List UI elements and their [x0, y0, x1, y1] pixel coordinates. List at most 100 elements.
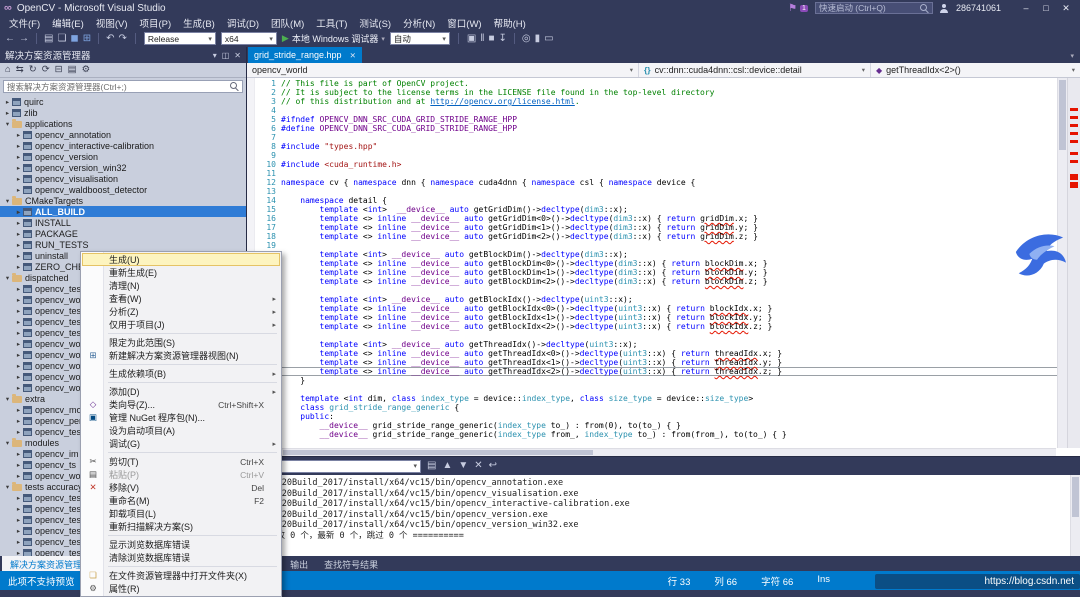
context-menu-item[interactable]: ◇类向导(Z)...Ctrl+Shift+X	[82, 398, 280, 411]
member-dropdown[interactable]: ◆ getThreadIdx<2>() ▾	[871, 63, 1080, 77]
menu-item[interactable]: 文件(F)	[3, 16, 46, 30]
tree-item[interactable]: ▸opencv_visualisation	[0, 173, 246, 184]
menu-item[interactable]: 调试(D)	[221, 16, 265, 30]
context-menu-item[interactable]: ✂剪切(T)Ctrl+X	[82, 455, 280, 468]
context-menu-item[interactable]: 仅用于项目(J)	[82, 318, 280, 331]
context-menu-item[interactable]: 添加(D)	[82, 385, 280, 398]
attach-combo[interactable]: 自动▾	[390, 32, 450, 45]
scrollbar-thumb[interactable]	[283, 450, 593, 455]
menu-item[interactable]: 窗口(W)	[441, 16, 487, 30]
expander-icon[interactable]: ▸	[3, 109, 12, 117]
pause-icon[interactable]: ‖	[480, 34, 484, 44]
tree-item[interactable]: ▸quirc	[0, 96, 246, 107]
tab-grid-stride-range[interactable]: grid_stride_range.hpp ✕	[248, 47, 362, 63]
menu-item[interactable]: 测试(S)	[353, 16, 397, 30]
expander-icon[interactable]: ▾	[3, 439, 12, 447]
expander-icon[interactable]: ▸	[14, 516, 23, 524]
dock-tab-4[interactable]: 输出	[282, 556, 316, 571]
expander-icon[interactable]: ▸	[14, 450, 23, 458]
code-area[interactable]: // This file is part of OpenCV project./…	[281, 78, 1080, 456]
menu-item[interactable]: 项目(P)	[133, 16, 177, 30]
list-icon[interactable]: ▤	[427, 461, 436, 471]
open-folder-icon[interactable]: ❏	[57, 34, 66, 44]
context-menu-item[interactable]: 查看(W)	[82, 292, 280, 305]
tree-item[interactable]: ▾applications	[0, 118, 246, 129]
expander-icon[interactable]: ▸	[14, 230, 23, 238]
expander-icon[interactable]: ▸	[3, 98, 12, 106]
expander-icon[interactable]: ▾	[3, 395, 12, 403]
clear-icon[interactable]: ✕	[474, 461, 482, 471]
code-editor[interactable]: 1234567891011121314151617181920212223242…	[247, 78, 1080, 456]
expander-icon[interactable]: ▸	[14, 219, 23, 227]
expander-icon[interactable]: ▸	[14, 505, 23, 513]
expander-icon[interactable]: ▸	[14, 472, 23, 480]
sync-icon[interactable]: ↻	[29, 65, 37, 75]
expander-icon[interactable]: ▸	[14, 351, 23, 359]
context-menu-item[interactable]: ▤粘贴(P)Ctrl+V	[82, 468, 280, 481]
save-all-icon[interactable]: ⊞	[83, 34, 91, 44]
undo-icon[interactable]: ↶	[106, 34, 114, 44]
forward-icon[interactable]: →	[19, 34, 29, 44]
context-menu-item[interactable]: ⚙属性(R)	[82, 582, 280, 595]
back-icon[interactable]: ←	[5, 34, 15, 44]
context-menu-item[interactable]: ❏在文件资源管理器中打开文件夹(X)	[82, 569, 280, 582]
context-menu-item[interactable]: 生成依赖项(B)	[82, 367, 280, 380]
expander-icon[interactable]: ▸	[14, 296, 23, 304]
expander-icon[interactable]: ▸	[14, 406, 23, 414]
output-content[interactable]: penCV420Build_2017/install/x64/vc15/bin/…	[247, 475, 1080, 556]
tree-item[interactable]: ▸opencv_annotation	[0, 129, 246, 140]
menu-item[interactable]: 团队(M)	[265, 16, 310, 30]
expander-icon[interactable]: ▸	[14, 329, 23, 337]
menu-item[interactable]: 工具(T)	[310, 16, 353, 30]
expander-icon[interactable]: ▸	[14, 527, 23, 535]
home-icon[interactable]: ⌂	[5, 65, 11, 75]
expander-icon[interactable]: ▾	[3, 483, 12, 491]
tree-item[interactable]: ▸opencv_version_win32	[0, 162, 246, 173]
expander-icon[interactable]: ▸	[14, 142, 23, 150]
context-menu-item[interactable]: 限定为此范围(S)	[82, 336, 280, 349]
collapse-all-icon[interactable]: ⊟	[55, 65, 63, 75]
tree-item[interactable]: ▸zlib	[0, 107, 246, 118]
expander-icon[interactable]: ▸	[14, 153, 23, 161]
expander-icon[interactable]: ▸	[14, 318, 23, 326]
comment-icon[interactable]: ▭	[544, 34, 553, 44]
tree-item[interactable]: ▾CMakeTargets	[0, 195, 246, 206]
pin-icon[interactable]: ◫	[222, 51, 230, 60]
stop-icon[interactable]: ■	[488, 34, 494, 44]
scrollbar-thumb[interactable]	[1072, 477, 1079, 517]
expander-icon[interactable]: ▸	[14, 175, 23, 183]
new-file-icon[interactable]: ▤	[44, 34, 53, 44]
expander-icon[interactable]: ▸	[14, 340, 23, 348]
expander-icon[interactable]: ▾	[3, 120, 12, 128]
close-tab-icon[interactable]: ✕	[350, 51, 356, 60]
expander-icon[interactable]: ▸	[14, 461, 23, 469]
output-scrollbar[interactable]	[1070, 475, 1080, 556]
chevron-down-icon[interactable]: ▾	[213, 51, 217, 60]
expander-icon[interactable]: ▸	[14, 307, 23, 315]
tree-item[interactable]: ▸PACKAGE	[0, 228, 246, 239]
context-menu-item[interactable]: 分析(Z)	[82, 305, 280, 318]
expander-icon[interactable]: ▾	[3, 274, 12, 282]
editor-horizontal-scrollbar[interactable]	[281, 448, 1056, 456]
expander-icon[interactable]: ▸	[14, 494, 23, 502]
dock-tab-5[interactable]: 查找符号结果	[316, 556, 386, 571]
tree-item[interactable]: ▸RUN_TESTS	[0, 239, 246, 250]
context-menu-item[interactable]: 清理(N)	[82, 279, 280, 292]
expander-icon[interactable]: ▸	[14, 131, 23, 139]
redo-icon[interactable]: ↷	[119, 34, 127, 44]
expander-icon[interactable]: ▾	[3, 197, 12, 205]
context-menu-item[interactable]: 生成(U)	[82, 253, 280, 266]
start-debug-button[interactable]: ▶ 本地 Windows 调试器 ▾	[282, 32, 385, 45]
wrap-icon[interactable]: ↩	[489, 461, 497, 471]
context-menu-item[interactable]: 显示浏览数据库错误	[82, 538, 280, 551]
save-icon[interactable]: ◼	[70, 34, 78, 44]
expander-icon[interactable]: ▸	[14, 285, 23, 293]
close-button[interactable]: ✕	[1056, 3, 1076, 14]
menu-item[interactable]: 生成(B)	[177, 16, 221, 30]
expander-icon[interactable]: ▸	[14, 538, 23, 546]
expander-icon[interactable]: ▸	[14, 417, 23, 425]
expander-icon[interactable]: ▸	[14, 373, 23, 381]
context-menu-item[interactable]: 清除浏览数据库错误	[82, 551, 280, 564]
step-icon[interactable]: ↧	[499, 34, 507, 44]
context-menu-item[interactable]: 卸载项目(L)	[82, 507, 280, 520]
